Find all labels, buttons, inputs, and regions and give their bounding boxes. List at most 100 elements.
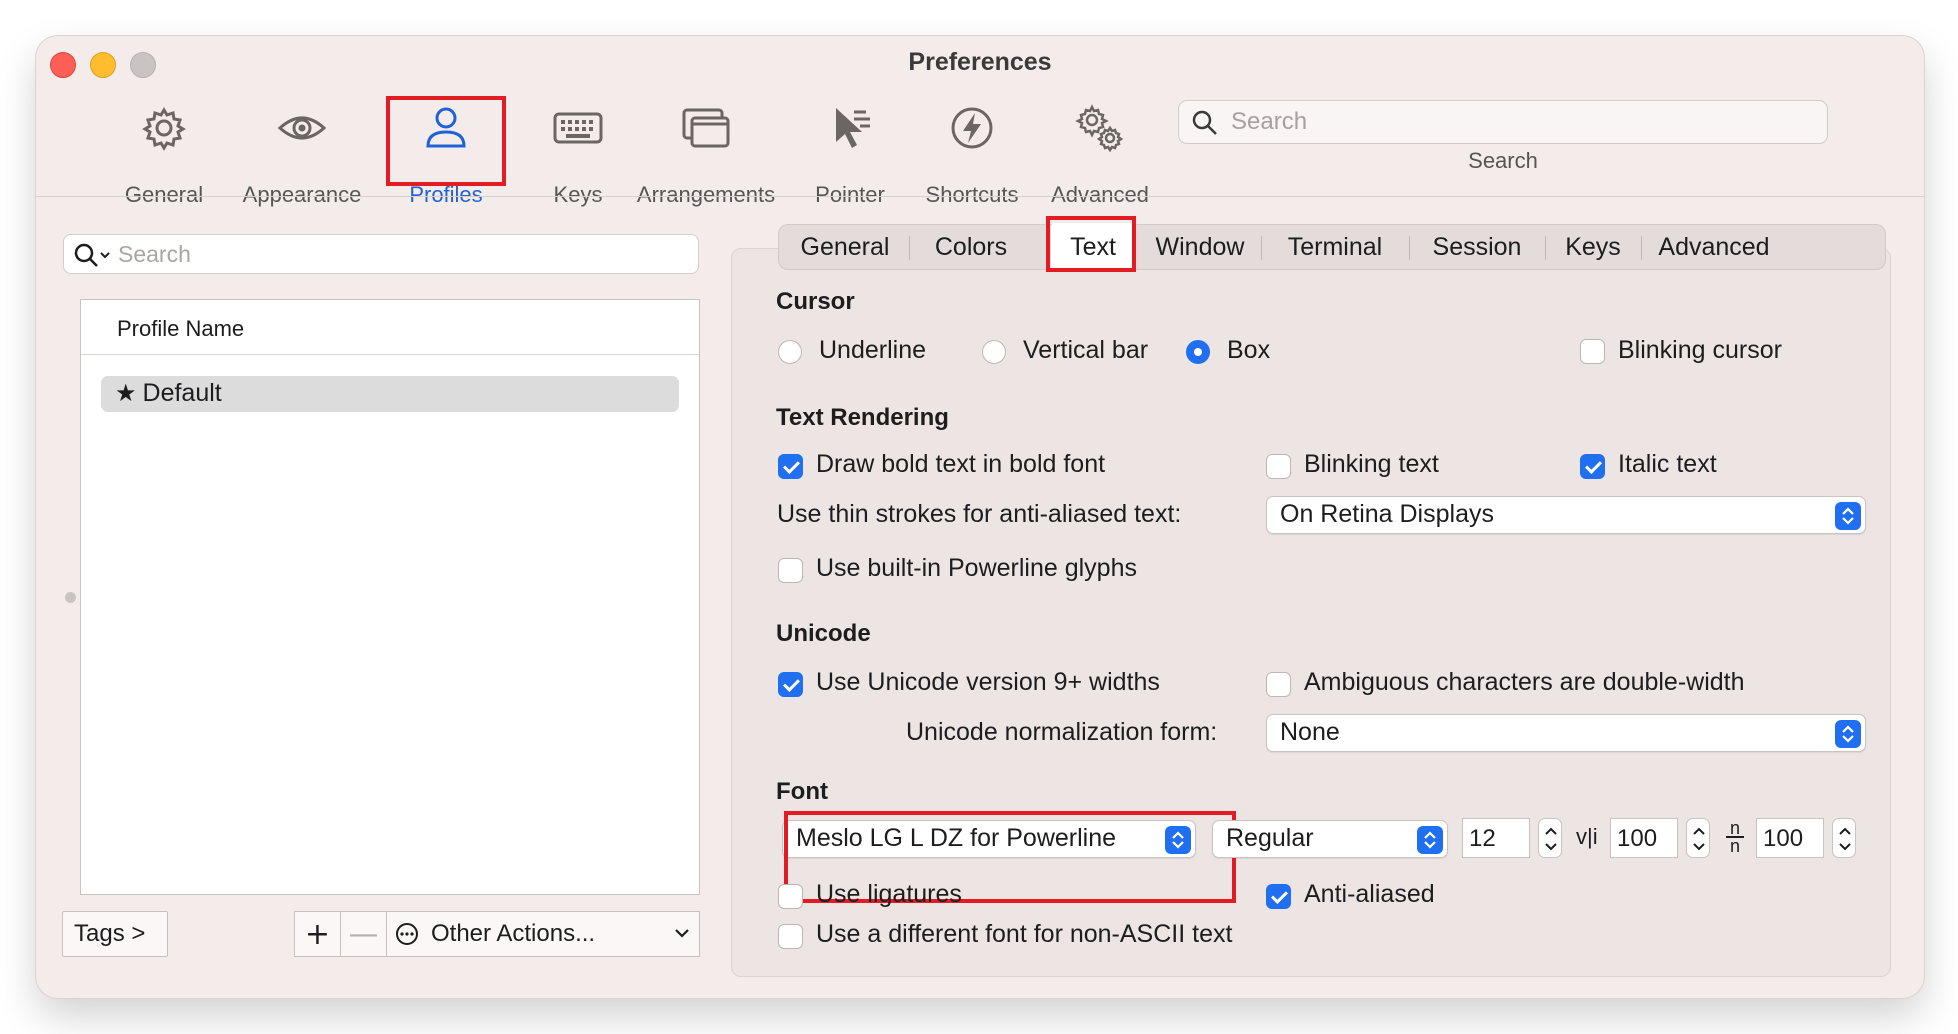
ambiguous-width-checkbox[interactable] — [1266, 672, 1291, 697]
blinking-text-checkbox[interactable] — [1266, 454, 1291, 479]
tab-divider — [909, 236, 910, 260]
unicode-widths-label[interactable]: Use Unicode version 9+ widths — [816, 668, 1160, 697]
tab-terminal[interactable]: Terminal — [1265, 225, 1405, 269]
horizontal-spacing-field[interactable]: 100 — [1756, 818, 1824, 858]
toolbar-arrangements[interactable]: Arrangements — [626, 98, 786, 208]
remove-profile-button[interactable]: — — [341, 912, 387, 956]
profile-table[interactable]: Profile Name ★ Default — [80, 299, 700, 895]
ligatures-label[interactable]: Use ligatures — [816, 880, 962, 909]
bolt-icon — [951, 107, 993, 149]
tab-advanced[interactable]: Advanced — [1645, 225, 1783, 269]
profile-search-input[interactable] — [118, 238, 688, 270]
thin-strokes-value: On Retina Displays — [1280, 500, 1494, 528]
font-heading: Font — [776, 778, 828, 805]
split-view-handle[interactable] — [65, 592, 76, 603]
profile-actions-bar: + — Other Actions... — [294, 911, 700, 957]
tab-divider — [1545, 236, 1546, 260]
popup-arrows-icon — [1417, 826, 1443, 854]
blinking-cursor-checkbox[interactable] — [1580, 339, 1605, 364]
cursor-vertical-bar-label[interactable]: Vertical bar — [1023, 336, 1148, 365]
bold-font-label[interactable]: Draw bold text in bold font — [816, 450, 1105, 479]
other-actions-button[interactable]: Other Actions... — [387, 912, 699, 956]
font-size-field[interactable]: 12 — [1462, 818, 1530, 858]
toolbar-advanced-label: Advanced — [1051, 182, 1149, 207]
powerline-glyphs-checkbox[interactable] — [778, 558, 803, 583]
gears-icon — [1075, 104, 1124, 153]
vertical-spacing-field[interactable]: 100 — [1610, 818, 1678, 858]
toolbar-search-label: Search — [1468, 148, 1538, 173]
tab-divider — [1641, 236, 1642, 260]
toolbar-appearance-label: Appearance — [242, 182, 362, 207]
toolbar-pointer[interactable]: Pointer — [800, 98, 900, 208]
tab-divider — [1409, 236, 1410, 260]
ambiguous-width-label[interactable]: Ambiguous characters are double-width — [1304, 668, 1745, 697]
anti-aliased-label[interactable]: Anti-aliased — [1304, 880, 1435, 909]
text-tab-highlight-box — [1046, 216, 1136, 272]
tab-session[interactable]: Session — [1413, 225, 1541, 269]
normalization-value: None — [1280, 718, 1340, 746]
powerline-glyphs-label[interactable]: Use built-in Powerline glyphs — [816, 554, 1137, 583]
add-profile-button[interactable]: + — [295, 912, 341, 956]
bold-font-checkbox[interactable] — [778, 454, 803, 479]
toolbar-arrangements-label: Arrangements — [636, 182, 776, 207]
cursor-box-label[interactable]: Box — [1227, 336, 1270, 365]
font-size-stepper[interactable] — [1538, 818, 1562, 858]
toolbar-keys[interactable]: Keys — [530, 98, 626, 208]
vertical-spacing-icon: v|i — [1576, 824, 1598, 849]
text-rendering-heading: Text Rendering — [776, 404, 949, 431]
tab-keys[interactable]: Keys — [1549, 225, 1637, 269]
blinking-text-label[interactable]: Blinking text — [1304, 450, 1439, 479]
pointer-icon — [836, 108, 870, 148]
ligatures-checkbox[interactable] — [778, 884, 803, 909]
window-title: Preferences — [908, 48, 1052, 76]
search-menu-icon — [74, 243, 110, 267]
normalization-label: Unicode normalization form: — [906, 718, 1218, 746]
other-actions-label: Other Actions... — [431, 920, 596, 947]
toolbar-shortcuts[interactable]: Shortcuts — [912, 98, 1032, 208]
toolbar-general[interactable]: General — [106, 98, 222, 208]
horizontal-spacing-stepper[interactable] — [1832, 818, 1856, 858]
non-ascii-font-label[interactable]: Use a different font for non-ASCII text — [816, 920, 1232, 949]
default-star-icon: ★ — [115, 380, 137, 407]
toolbar-appearance[interactable]: Appearance — [234, 98, 370, 208]
cursor-vertical-bar-radio[interactable] — [982, 340, 1006, 364]
toolbar-keys-label: Keys — [553, 182, 603, 207]
gear-icon — [142, 107, 186, 151]
toolbar-pointer-label: Pointer — [815, 182, 885, 207]
toolbar-search-field[interactable] — [1178, 100, 1828, 144]
profiles-highlight-box — [386, 96, 506, 186]
thin-strokes-popup[interactable]: On Retina Displays — [1266, 496, 1866, 534]
toolbar-search-input[interactable] — [1231, 105, 1811, 139]
toolbar-general-label: General — [124, 182, 204, 207]
toolbar-advanced[interactable]: Advanced — [1038, 98, 1162, 208]
italic-text-checkbox[interactable] — [1580, 454, 1605, 479]
profile-row-default[interactable]: ★ Default — [101, 376, 679, 412]
cursor-heading: Cursor — [776, 288, 855, 315]
tab-window[interactable]: Window — [1143, 225, 1257, 269]
vertical-spacing-stepper[interactable] — [1686, 818, 1710, 858]
blinking-cursor-label[interactable]: Blinking cursor — [1618, 336, 1782, 365]
profile-search-field[interactable] — [63, 234, 699, 274]
font-weight-popup[interactable]: Regular — [1212, 820, 1448, 858]
popup-arrows-icon — [1835, 502, 1861, 530]
italic-text-label[interactable]: Italic text — [1618, 450, 1717, 479]
cursor-underline-label[interactable]: Underline — [819, 336, 926, 365]
anti-aliased-checkbox[interactable] — [1266, 884, 1291, 909]
chevron-down-icon — [675, 929, 689, 938]
tab-general[interactable]: General — [785, 225, 905, 269]
font-weight-value: Regular — [1226, 824, 1314, 852]
tags-button[interactable]: Tags > — [62, 911, 168, 957]
cursor-box-radio[interactable] — [1186, 340, 1210, 364]
normalization-popup[interactable]: None — [1266, 714, 1866, 752]
unicode-widths-checkbox[interactable] — [778, 672, 803, 697]
windows-icon — [682, 108, 730, 148]
non-ascii-font-checkbox[interactable] — [778, 924, 803, 949]
thin-strokes-label: Use thin strokes for anti-aliased text: — [777, 500, 1182, 528]
unicode-heading: Unicode — [776, 620, 871, 647]
toolbar-divider — [36, 196, 1924, 197]
tab-colors[interactable]: Colors — [913, 225, 1029, 269]
cursor-underline-radio[interactable] — [778, 340, 802, 364]
profile-name-column-header[interactable]: Profile Name — [81, 300, 699, 355]
search-icon — [1192, 110, 1217, 135]
horizontal-spacing-bottom: n — [1729, 836, 1740, 856]
